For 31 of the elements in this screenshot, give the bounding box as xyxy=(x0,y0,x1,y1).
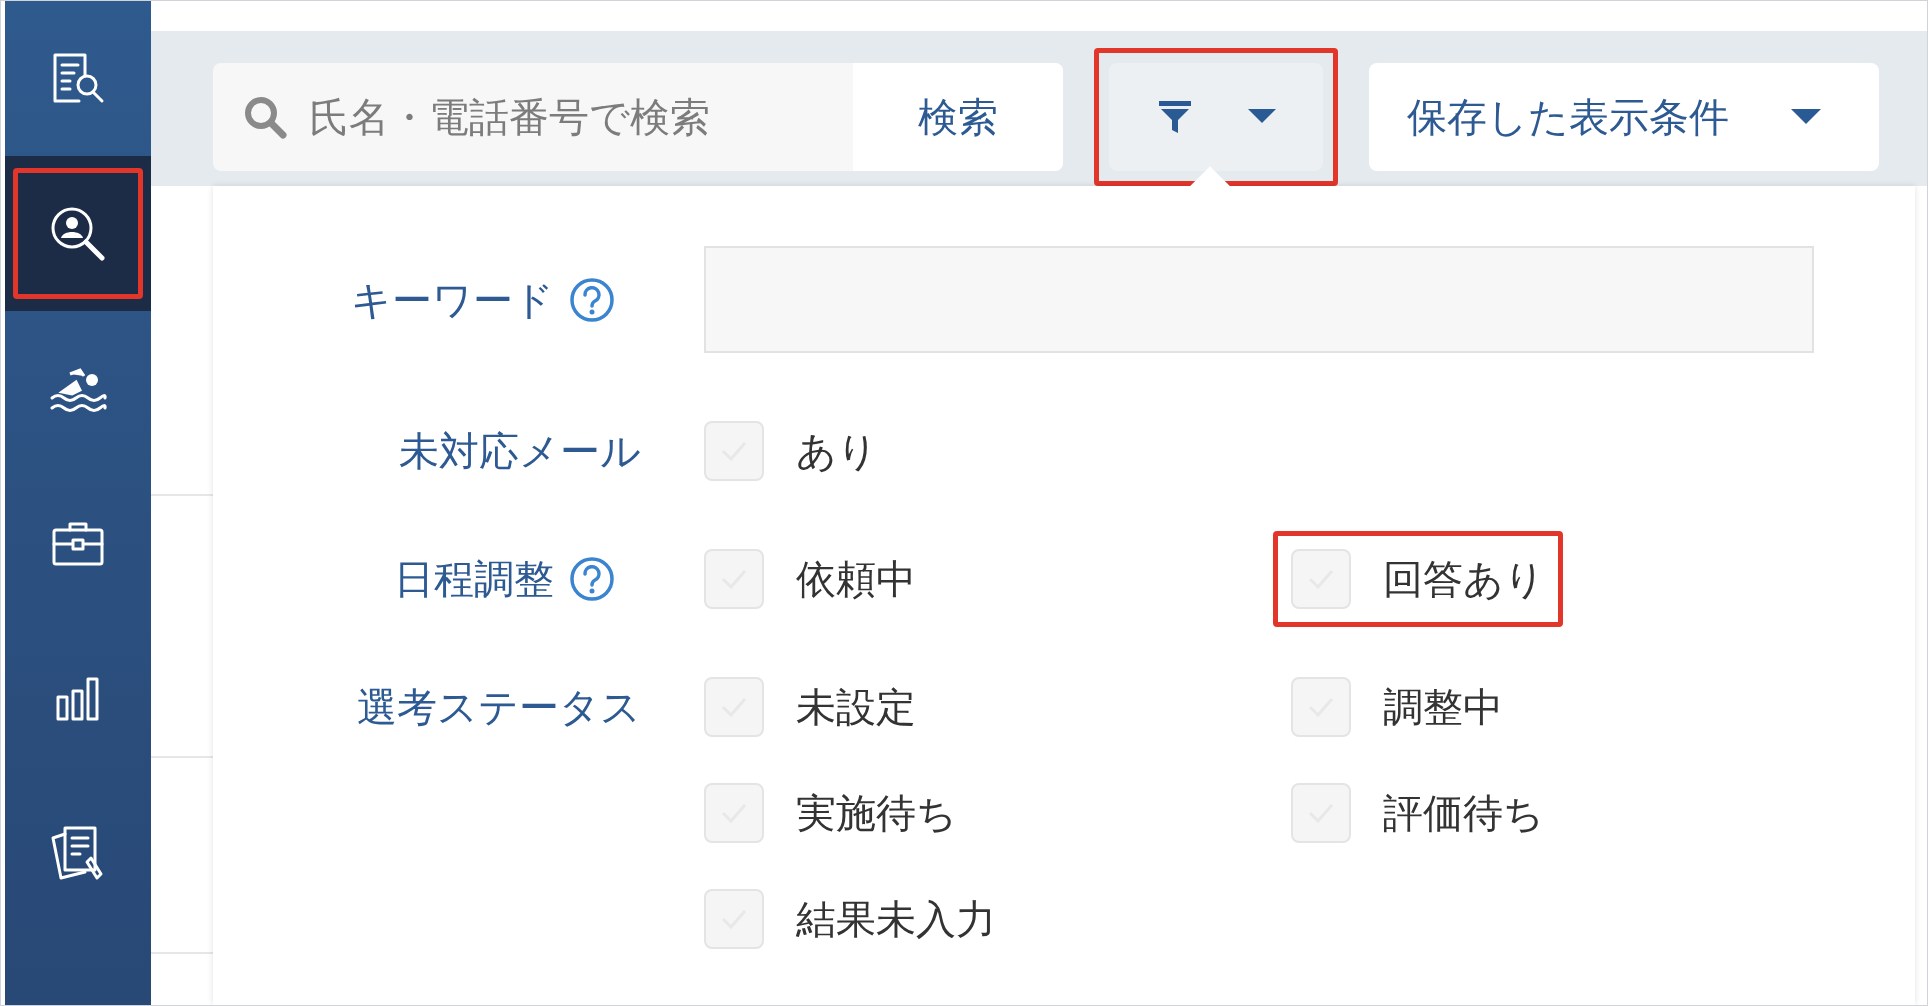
option-label: 依頼中 xyxy=(796,555,916,604)
filter-label: 選考ステータス xyxy=(357,683,641,732)
option-label: 未設定 xyxy=(796,683,916,732)
search-icon xyxy=(243,95,287,139)
option-label: 実施待ち xyxy=(796,789,957,838)
checkbox[interactable] xyxy=(1291,549,1351,609)
filter-label: キーワード xyxy=(351,275,554,325)
checkbox[interactable] xyxy=(704,549,764,609)
checkbox[interactable] xyxy=(1291,677,1351,737)
option-label: 評価待ち xyxy=(1383,789,1544,838)
filter-label: 未対応メール xyxy=(399,427,641,476)
keyword-field[interactable] xyxy=(704,246,1814,353)
option-label: 調整中 xyxy=(1383,683,1503,732)
checkbox[interactable] xyxy=(704,677,764,737)
filter-icon xyxy=(1156,99,1193,135)
option-label: あり xyxy=(796,427,878,476)
saved-conditions-dropdown[interactable]: 保存した表示条件 xyxy=(1369,63,1879,171)
filter-label: 日程調整 xyxy=(394,555,554,604)
filter-button[interactable] xyxy=(1109,63,1323,171)
caret-icon xyxy=(1247,109,1276,125)
help-icon[interactable] xyxy=(568,275,616,324)
option-label: 結果未入力 xyxy=(796,895,996,944)
caret-icon xyxy=(1791,109,1821,125)
option-label: 回答あり xyxy=(1383,555,1545,604)
checkbox[interactable] xyxy=(704,889,764,949)
checkbox[interactable] xyxy=(704,783,764,843)
search-button[interactable]: 検索 xyxy=(853,63,1063,171)
search-field[interactable]: 氏名・電話番号で検索 検索 xyxy=(213,63,1063,171)
help-icon[interactable] xyxy=(568,555,616,603)
checkbox[interactable] xyxy=(1291,783,1351,843)
checkbox[interactable] xyxy=(704,421,764,481)
